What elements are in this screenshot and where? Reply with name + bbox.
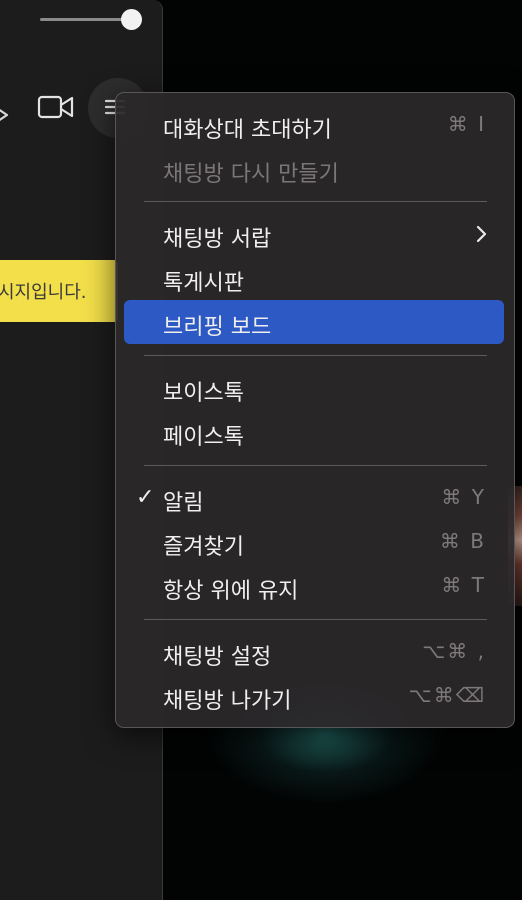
checkmark-icon: ✓ (136, 485, 155, 510)
menu-item-leave-chat[interactable]: 채팅방 나가기 ⌥⌘⌫ (124, 674, 504, 718)
menu-item-favorites[interactable]: 즐겨찾기 ⌘ B (124, 520, 504, 564)
chevron-right-icon[interactable] (0, 100, 12, 130)
menu-item-briefing-board[interactable]: 브리핑 보드 (124, 300, 504, 344)
menu-item-label: 알림 (163, 491, 204, 516)
menu-item-shortcut: ⌘ B (439, 529, 486, 553)
menu-item-shortcut: ⌘ Y (441, 485, 486, 509)
menu-item-shortcut: ⌥⌘ , (422, 639, 486, 663)
message-text: 시지입니다. (0, 282, 87, 303)
menu-item-label: 채팅방 서랍 (163, 227, 272, 252)
menu-item-shortcut: ⌘ I (447, 112, 486, 136)
menu-item-label: 즐겨찾기 (163, 535, 244, 560)
menu-item-chat-drawer[interactable]: 채팅방 서랍 (124, 212, 504, 256)
menu-item-talk-board[interactable]: 톡게시판 (124, 256, 504, 300)
menu-item-label: 채팅방 다시 만들기 (163, 162, 339, 187)
menu-item-voice-talk[interactable]: 보이스톡 (124, 366, 504, 410)
chevron-right-icon (476, 225, 487, 243)
message-bubble[interactable]: 시지입니다. (0, 260, 118, 322)
menu-item-notifications[interactable]: ✓ 알림 ⌘ Y (124, 476, 504, 520)
menu-item-label: 채팅방 설정 (163, 645, 272, 670)
menu-item-label: 대화상대 초대하기 (163, 118, 332, 143)
menu-item-label: 페이스톡 (163, 425, 244, 450)
menu-separator (144, 355, 487, 356)
menu-item-recreate-chat: 채팅방 다시 만들기 (124, 147, 504, 191)
menu-item-label: 보이스톡 (163, 381, 244, 406)
menu-item-shortcut: ⌘ T (441, 573, 486, 597)
menu-separator (144, 465, 487, 466)
volume-slider-knob[interactable] (121, 9, 142, 30)
menu-item-face-talk[interactable]: 페이스톡 (124, 410, 504, 454)
menu-item-always-on-top[interactable]: 항상 위에 유지 ⌘ T (124, 564, 504, 608)
menu-item-shortcut: ⌥⌘⌫ (408, 683, 486, 707)
menu-item-label: 톡게시판 (163, 271, 244, 296)
context-menu: 대화상대 초대하기 ⌘ I 채팅방 다시 만들기 채팅방 서랍 톡게시판 브리핑… (115, 92, 515, 728)
menu-item-invite[interactable]: 대화상대 초대하기 ⌘ I (124, 103, 504, 147)
menu-item-label: 항상 위에 유지 (163, 579, 299, 604)
menu-item-label: 브리핑 보드 (163, 315, 272, 340)
menu-item-chat-settings[interactable]: 채팅방 설정 ⌥⌘ , (124, 630, 504, 674)
volume-slider-track[interactable] (40, 18, 132, 21)
menu-separator (144, 619, 487, 620)
video-call-icon[interactable] (37, 94, 75, 122)
menu-item-label: 채팅방 나가기 (163, 689, 292, 714)
menu-separator (144, 201, 487, 202)
